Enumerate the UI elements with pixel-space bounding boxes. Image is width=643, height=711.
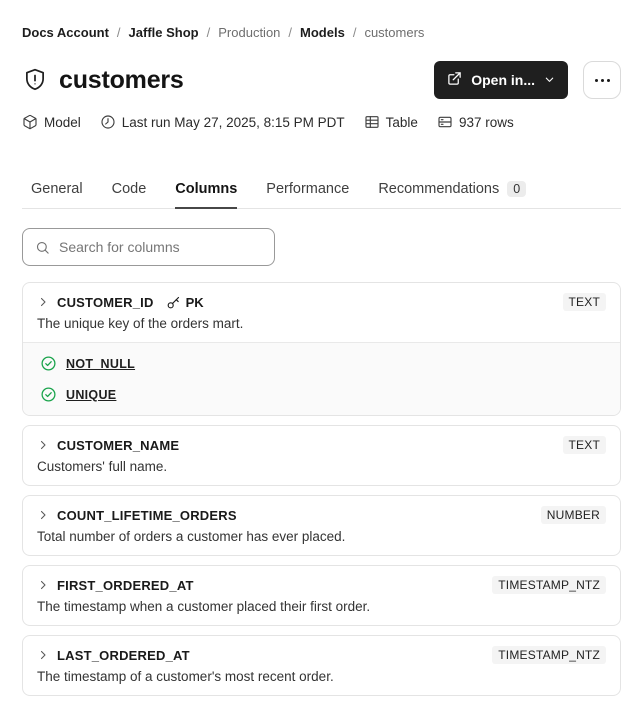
chevron-right-icon [40, 580, 46, 590]
column-name: FIRST_ORDERED_AT [57, 577, 194, 593]
test-link-not-null[interactable]: NOT_NULL [66, 357, 135, 371]
meta-materialization-label: Table [385, 114, 418, 130]
tab-code[interactable]: Code [112, 181, 147, 209]
search-icon [35, 240, 50, 255]
title-actions: Open in... [434, 61, 621, 99]
search-box [22, 228, 275, 266]
column-name: CUSTOMER_NAME [57, 437, 180, 453]
column-card-count-lifetime-orders: COUNT_LIFETIME_ORDERS NUMBER Total numbe… [22, 495, 621, 556]
column-card-first-ordered-at: FIRST_ORDERED_AT TIMESTAMP_NTZ The times… [22, 565, 621, 626]
ellipsis-icon [600, 78, 604, 82]
breadcrumb-item-docs-account[interactable]: Docs Account [22, 25, 109, 41]
open-in-button[interactable]: Open in... [434, 61, 568, 99]
chevron-right-icon [40, 297, 46, 307]
column-type-badge: NUMBER [540, 506, 606, 524]
tab-label: General [31, 181, 83, 197]
column-card-customer-id: CUSTOMER_ID PK TEXT The unique key of th… [22, 282, 621, 416]
test-row: UNIQUE [23, 379, 620, 410]
tab-general[interactable]: General [31, 181, 83, 209]
external-link-icon [447, 71, 462, 89]
check-circle-icon [41, 356, 56, 371]
breadcrumb-item-customers[interactable]: customers [364, 25, 424, 41]
column-description: The unique key of the orders mart. [37, 316, 244, 331]
meta-model: Model [22, 114, 81, 130]
chevron-right-icon [40, 510, 46, 520]
breadcrumb-separator: / [288, 25, 293, 40]
column-name: CUSTOMER_ID [57, 294, 154, 310]
column-card-customer-name: CUSTOMER_NAME TEXT Customers' full name. [22, 425, 621, 486]
meta-row-count-label: 937 rows [458, 114, 514, 130]
meta-row-count: 937 rows [437, 114, 514, 130]
title-group: customers [22, 66, 184, 95]
table-icon [364, 114, 380, 130]
meta-last-run-label: Last run May 27, 2025, 8:15 PM PDT [121, 114, 345, 130]
column-description: Customers' full name. [37, 459, 168, 474]
breadcrumb-item-production[interactable]: Production [218, 25, 280, 41]
tab-bar: General Code Columns Performance Recomme… [22, 181, 621, 209]
column-description: The timestamp when a customer placed the… [37, 599, 371, 614]
ellipsis-icon [594, 78, 598, 82]
test-link-unique[interactable]: UNIQUE [66, 388, 116, 402]
column-name: COUNT_LIFETIME_ORDERS [57, 507, 237, 523]
column-card-header[interactable]: CUSTOMER_NAME TEXT [23, 426, 620, 454]
cube-icon [22, 114, 38, 130]
tab-label: Code [111, 181, 147, 197]
breadcrumb-separator: / [206, 25, 211, 40]
meta-model-label: Model [44, 114, 81, 130]
open-in-label: Open in... [471, 72, 535, 88]
test-row: NOT_NULL [23, 348, 620, 379]
clock-icon [100, 114, 116, 130]
tab-label: Recommendations [378, 181, 500, 197]
column-card-header[interactable]: LAST_ORDERED_AT TIMESTAMP_NTZ [23, 636, 620, 664]
column-card-header[interactable]: CUSTOMER_ID PK TEXT [23, 283, 620, 311]
key-icon [167, 296, 179, 308]
rows-icon [437, 114, 453, 130]
more-actions-button[interactable] [583, 61, 621, 99]
recommendations-count-badge: 0 [507, 181, 527, 197]
page: Docs Account / Jaffle Shop / Production … [0, 25, 643, 696]
primary-key-tag: PK [166, 295, 204, 310]
column-type-badge: TIMESTAMP_NTZ [492, 646, 606, 664]
column-description: Total number of orders a customer has ev… [37, 529, 346, 544]
chevron-right-icon [40, 650, 46, 660]
ellipsis-icon [606, 78, 610, 82]
breadcrumb: Docs Account / Jaffle Shop / Production … [22, 25, 621, 41]
title-row: customers Open in... [22, 60, 621, 100]
breadcrumb-separator: / [352, 25, 357, 40]
meta-last-run: Last run May 27, 2025, 8:15 PM PDT [100, 114, 345, 130]
breadcrumb-separator: / [116, 25, 121, 40]
breadcrumb-item-jaffle-shop[interactable]: Jaffle Shop [129, 25, 199, 41]
column-name: LAST_ORDERED_AT [57, 647, 190, 663]
check-circle-icon [41, 387, 56, 402]
shield-exclamation-icon [22, 67, 48, 93]
column-type-badge: TEXT [562, 436, 606, 454]
column-card-last-ordered-at: LAST_ORDERED_AT TIMESTAMP_NTZ The timest… [22, 635, 621, 696]
meta-row: Model Last run May 27, 2025, 8:15 PM PDT [22, 114, 621, 130]
tab-performance[interactable]: Performance [266, 181, 349, 209]
pk-label: PK [185, 294, 204, 310]
column-card-header[interactable]: FIRST_ORDERED_AT TIMESTAMP_NTZ [23, 566, 620, 594]
tab-recommendations[interactable]: Recommendations 0 [378, 181, 527, 209]
column-tests: NOT_NULL UNIQUE [23, 342, 620, 415]
tab-label: Columns [175, 181, 238, 197]
column-type-badge: TIMESTAMP_NTZ [492, 576, 606, 594]
tab-label: Performance [266, 181, 350, 197]
breadcrumb-item-models[interactable]: Models [300, 25, 345, 41]
tab-columns[interactable]: Columns [175, 181, 238, 209]
column-type-badge: TEXT [562, 293, 606, 311]
page-title: customers [59, 65, 184, 94]
meta-materialization: Table [364, 114, 418, 130]
columns-list: CUSTOMER_ID PK TEXT The unique key of th… [22, 282, 621, 696]
column-description: The timestamp of a customer's most recen… [37, 669, 334, 684]
chevron-down-icon [544, 72, 555, 88]
chevron-right-icon [40, 440, 46, 450]
search-input[interactable] [59, 239, 262, 255]
column-card-header[interactable]: COUNT_LIFETIME_ORDERS NUMBER [23, 496, 620, 524]
